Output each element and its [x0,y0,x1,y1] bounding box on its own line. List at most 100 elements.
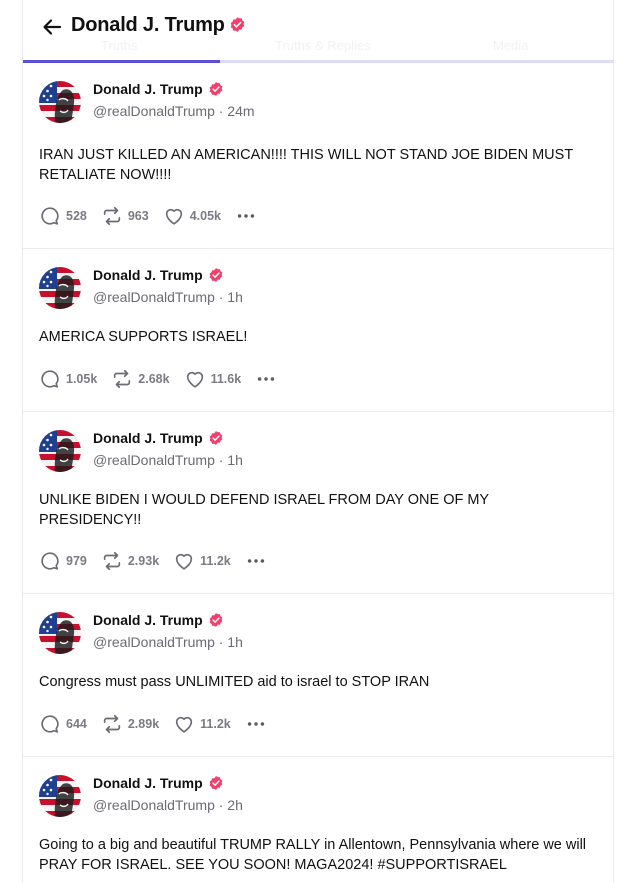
back-button[interactable] [39,14,65,40]
profile-feed-panel: Truths Truths & Replies Media Donald J. … [22,0,614,883]
author-name[interactable]: Donald J. Trump [93,612,203,628]
post-actions: 1.05k 2.68k 11.6k [39,367,277,391]
post-text: AMERICA SUPPORTS ISRAEL! [39,329,248,345]
post-timestamp[interactable]: · 1h [219,289,243,305]
author-row: Donald J. Trump [93,430,224,446]
verified-badge-icon [209,613,223,627]
post-card-3[interactable]: Donald J. Trump @realDonaldTrump · 1h UN… [23,412,613,594]
avatar-image [39,612,81,654]
reply-count: 528 [66,209,87,223]
retruth-count: 963 [127,209,149,223]
retruth-count: 2.68k [138,372,170,386]
page-title-text: Donald J. Trump [71,14,225,36]
avatar[interactable] [39,775,81,817]
more-button[interactable] [245,550,267,572]
verified-badge-icon [209,82,223,96]
more-icon [257,377,275,381]
more-icon [237,214,255,218]
post-card-1[interactable]: Donald J. Trump @realDonaldTrump · 24m I… [23,63,613,249]
reply-button[interactable]: 528 [39,205,87,227]
post-timestamp[interactable]: · 1h [219,634,243,650]
tab-truths[interactable]: Truths [101,38,137,53]
profile-tabs: Truths Truths & Replies Media [23,34,613,60]
retruth-icon [103,551,121,571]
avatar-image [39,775,81,817]
avatar[interactable] [39,430,81,472]
more-button[interactable] [255,368,277,390]
reply-icon [41,370,59,388]
author-name[interactable]: Donald J. Trump [93,267,203,283]
post-meta: @realDonaldTrump · 1h [93,634,243,650]
more-button[interactable] [245,713,267,735]
like-count: 11.2k [200,554,231,568]
verified-badge-icon [230,17,244,32]
like-button[interactable]: 11.6k [184,368,242,390]
author-handle[interactable]: @realDonaldTrump [93,103,215,119]
author-row: Donald J. Trump [93,81,224,97]
reply-count: 979 [66,554,87,568]
avatar-image [39,267,81,309]
tab-media[interactable]: Media [493,38,528,53]
post-card-4[interactable]: Donald J. Trump @realDonaldTrump · 1h Co… [23,594,613,757]
post-text: Going to a big and beautiful TRUMP RALLY… [39,837,587,873]
verified-badge-icon [209,268,223,282]
retruth-count: 2.89k [127,717,160,731]
reply-count: 644 [66,717,87,731]
tab-truths-replies[interactable]: Truths & Replies [275,38,371,53]
avatar[interactable] [39,81,81,123]
author-name[interactable]: Donald J. Trump [93,775,203,791]
author-row: Donald J. Trump [93,775,224,791]
more-icon [247,722,264,726]
post-meta: @realDonaldTrump · 1h [93,452,243,468]
retruth-count: 2.93k [127,554,160,568]
arrow-left-icon [43,19,62,35]
post-text: IRAN JUST KILLED AN AMERICAN!!!! THIS WI… [39,147,573,183]
post-card-5[interactable]: Donald J. Trump @realDonaldTrump · 2h Go… [23,757,613,883]
like-button[interactable]: 4.05k [163,205,221,227]
post-meta: @realDonaldTrump · 2h [93,797,243,813]
post-timestamp[interactable]: · 24m [219,103,255,119]
author-name[interactable]: Donald J. Trump [93,430,203,446]
author-row: Donald J. Trump [93,267,224,283]
author-handle[interactable]: @realDonaldTrump [93,797,215,813]
author-handle[interactable]: @realDonaldTrump [93,634,215,650]
more-button[interactable] [235,205,257,227]
author-handle[interactable]: @realDonaldTrump [93,452,215,468]
retruth-button[interactable]: 2.68k [111,368,170,390]
post-timestamp[interactable]: · 2h [219,797,243,813]
like-button[interactable]: 11.2k [173,713,231,735]
post-card-2[interactable]: Donald J. Trump @realDonaldTrump · 1h AM… [23,249,613,412]
heart-icon [186,371,203,388]
more-icon [247,559,264,563]
author-handle[interactable]: @realDonaldTrump [93,289,215,305]
avatar-image [39,81,81,123]
reply-icon [41,207,59,225]
post-timestamp[interactable]: · 1h [219,452,243,468]
reply-icon [41,552,59,570]
retruth-icon [103,206,121,226]
author-name[interactable]: Donald J. Trump [93,81,203,97]
post-actions: 979 2.93k 11.2k [39,549,267,573]
retruth-button[interactable]: 2.89k [101,713,159,735]
avatar[interactable] [39,612,81,654]
post-text: UNLIKE BIDEN I WOULD DEFEND ISRAEL FROM … [39,492,489,528]
profile-header: Truths Truths & Replies Media Donald J. … [23,0,613,63]
retruth-icon [114,369,131,389]
avatar-image [39,430,81,472]
like-count: 11.2k [200,717,231,731]
heart-icon [165,208,182,225]
retruth-button[interactable]: 2.93k [101,550,159,572]
reply-icon [41,715,59,733]
heart-icon [175,716,193,733]
reply-button[interactable]: 1.05k [39,368,97,390]
retruth-icon [103,714,121,734]
reply-button[interactable]: 979 [39,550,87,572]
like-count: 11.6k [210,372,242,386]
verified-badge-icon [209,431,223,445]
retruth-button[interactable]: 963 [101,205,149,227]
avatar[interactable] [39,267,81,309]
reply-button[interactable]: 644 [39,713,87,735]
like-button[interactable]: 11.2k [173,550,231,572]
post-text: Congress must pass UNLIMITED aid to isra… [39,674,430,690]
reply-count: 1.05k [66,372,98,386]
